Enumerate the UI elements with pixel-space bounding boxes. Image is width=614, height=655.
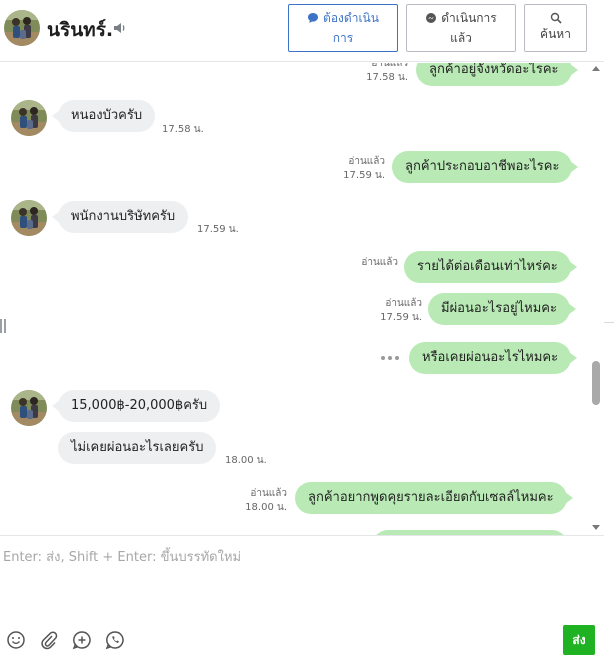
- message-meta: อ่านแล้ว 17.58 น.: [366, 63, 408, 85]
- messenger-icon: [426, 13, 437, 23]
- message-time: 17.59 น.: [380, 312, 422, 323]
- done-filter-button[interactable]: ดำเนินการ แล้ว: [406, 4, 516, 52]
- panel-divider: [604, 322, 614, 323]
- chat-scrollbar[interactable]: [590, 63, 602, 535]
- outgoing-message-bubble[interactable]: ลูกค้าอยู่จังหวัดอะไรคะ: [416, 63, 578, 86]
- done-label-line2: แล้ว: [450, 31, 472, 45]
- read-status: อ่านแล้ว: [348, 156, 385, 167]
- phone-bubble-icon[interactable]: [105, 630, 125, 650]
- read-status: อ่านแล้ว: [385, 298, 422, 309]
- todo-label-line1: ต้องดำเนิน: [323, 11, 379, 25]
- message-time: 18.00 น.: [245, 502, 287, 513]
- message-composer: ส่ง: [0, 535, 604, 655]
- search-label: ค้นหา: [540, 27, 571, 41]
- read-status: อ่านแล้ว: [250, 488, 287, 499]
- outgoing-message-bubble[interactable]: รายได้ต่อเดือนเท่าไหร่คะ: [404, 251, 577, 283]
- speaker-icon[interactable]: [112, 20, 128, 36]
- todo-label-line2: การ: [332, 31, 354, 45]
- incoming-message-bubble[interactable]: ไม่เคยผ่อนอะไรเลยครับ: [58, 432, 217, 464]
- paperclip-icon[interactable]: [39, 630, 59, 650]
- send-button[interactable]: ส่ง: [563, 625, 595, 655]
- chat-header: นรินทร์. ต้องดำเนิน การ ดำเนินการ แล้ว ค…: [0, 0, 604, 62]
- plus-circle-icon[interactable]: [72, 630, 92, 650]
- incoming-message-bubble[interactable]: 15,000฿-20,000฿ครับ: [51, 390, 221, 422]
- message-meta: อ่านแล้ว: [361, 256, 398, 270]
- resize-handle[interactable]: [0, 319, 6, 333]
- incoming-message-bubble[interactable]: หนองบัวครับ: [51, 100, 156, 132]
- search-button[interactable]: ค้นหา: [524, 4, 587, 52]
- message-time: 17.58 น.: [162, 124, 204, 135]
- message-list[interactable]: อ่านแล้ว 17.58 น. ลูกค้าอยู่จังหวัดอะไรค…: [0, 63, 604, 535]
- outgoing-message-bubble[interactable]: ลูกค้าอยากพูดคุยรายละเอียดกับเซลล์ไหมคะ: [295, 482, 573, 514]
- smile-icon[interactable]: [6, 630, 26, 650]
- more-options-icon[interactable]: [381, 353, 401, 363]
- scroll-down-arrow-icon[interactable]: [592, 523, 600, 531]
- scroll-thumb[interactable]: [592, 361, 600, 405]
- incoming-message-bubble[interactable]: พนักงานบริษัทครับ: [51, 201, 189, 233]
- message-meta: อ่านแล้ว 17.59 น.: [380, 297, 422, 325]
- contact-avatar[interactable]: [11, 390, 47, 426]
- message-time: 17.59 น.: [343, 170, 385, 181]
- search-icon: [550, 12, 562, 24]
- read-status: อ่านแล้ว: [371, 63, 408, 69]
- message-meta: อ่านแล้ว 17.59 น.: [343, 155, 385, 183]
- outgoing-message-bubble[interactable]: มีผ่อนอะไรอยู่ไหมคะ: [428, 293, 576, 325]
- chat-bubble-icon: [308, 13, 319, 23]
- message-input[interactable]: [0, 540, 600, 620]
- contact-name[interactable]: นรินทร์.: [47, 15, 113, 45]
- contact-avatar[interactable]: [11, 200, 47, 236]
- todo-filter-button[interactable]: ต้องดำเนิน การ: [288, 4, 398, 52]
- message-time: 17.58 น.: [366, 72, 408, 83]
- done-label-line1: ดำเนินการ: [441, 11, 497, 25]
- read-status: อ่านแล้ว: [361, 257, 398, 268]
- message-time: 18.00 น.: [225, 455, 267, 466]
- message-meta: อ่านแล้ว 18.00 น.: [245, 487, 287, 515]
- scroll-up-arrow-icon[interactable]: [592, 65, 600, 73]
- outgoing-message-bubble[interactable]: หรือเคยผ่อนอะไรไหมคะ: [409, 342, 578, 374]
- message-time: 17.59 น.: [197, 224, 239, 235]
- contact-avatar[interactable]: [11, 100, 47, 136]
- contact-avatar[interactable]: [4, 10, 40, 46]
- outgoing-message-bubble[interactable]: ลูกค้าประกอบอาชีพอะไรคะ: [392, 151, 579, 183]
